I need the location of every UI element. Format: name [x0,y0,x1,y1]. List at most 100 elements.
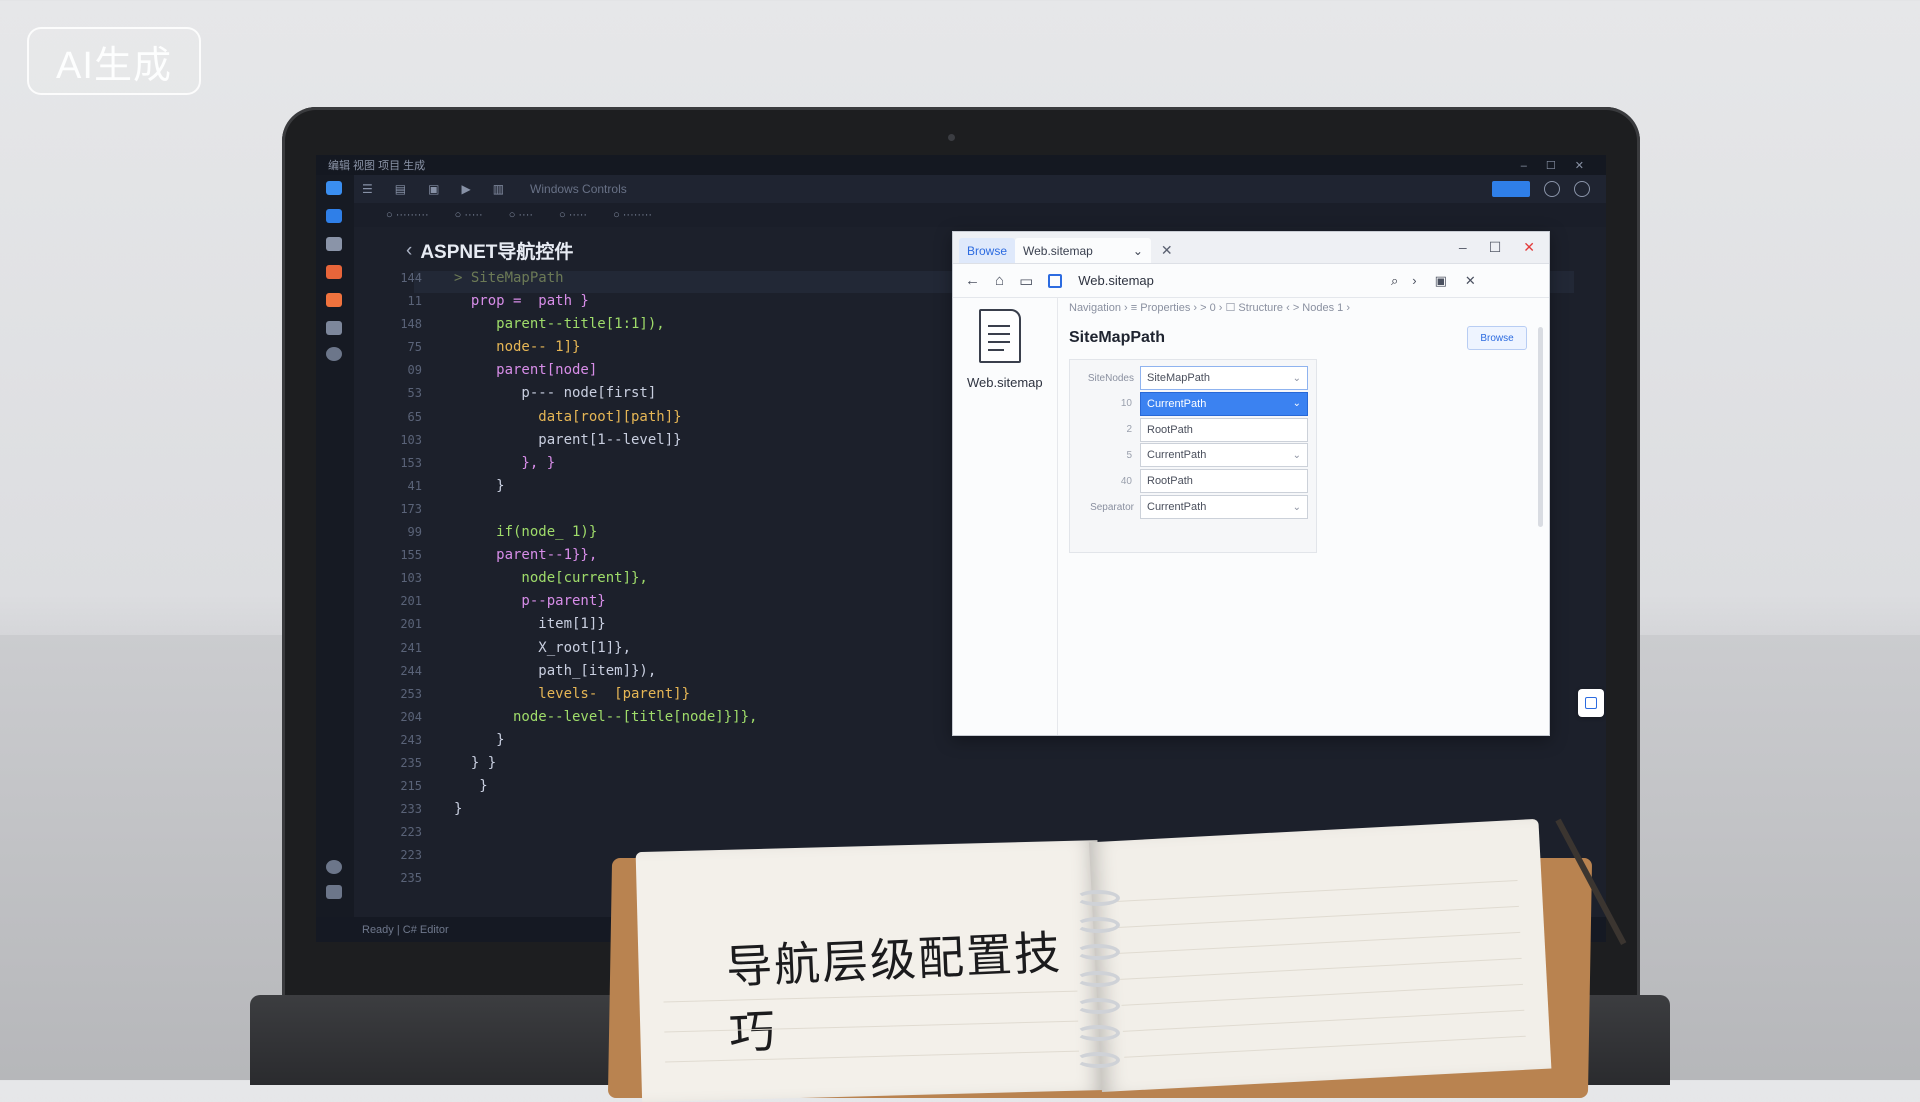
line-number: 65 [407,409,422,424]
line-number: 223 [400,825,422,840]
extensions-icon[interactable] [326,293,342,307]
clear-icon[interactable]: ✕ [1465,273,1476,289]
forward-icon[interactable]: › [1412,273,1416,288]
home-icon[interactable]: ⌂ [995,272,1004,289]
node-field[interactable]: RootPath [1140,469,1308,494]
tab-source[interactable]: ○ ········· [386,209,429,221]
chevron-down-icon[interactable]: ⌄ [1293,502,1301,513]
debug-icon[interactable]: ▣ [428,182,439,196]
tab-split[interactable]: ○ ···· [509,209,533,221]
home-icon[interactable] [326,181,342,195]
code-line[interactable]: } [454,729,894,752]
line-number: 41 [407,478,422,493]
code-line[interactable]: p--- node[first] [454,382,894,405]
file-pane: Web.sitemap [953,297,1058,735]
terminal-icon[interactable] [326,321,342,335]
code-line[interactable]: levels- [parent]} [454,683,894,706]
code-line[interactable]: node[current]}, [454,567,894,590]
row-index: 40 [1120,475,1132,487]
line-number: 53 [407,386,422,401]
layout-icon[interactable]: ▥ [493,182,504,196]
back-chevron-icon[interactable]: ‹ [406,240,412,262]
code-line[interactable]: parent[node] [454,359,894,382]
status-text: Ready | C# Editor [362,923,449,936]
code-area[interactable]: > SiteMapPath prop = path } parent--titl… [454,267,894,821]
node-value: RootPath [1147,475,1193,488]
address-input[interactable]: Web.sitemap ⌕ [1078,273,1398,289]
line-number: 235 [400,871,422,886]
line-number: 99 [407,525,422,540]
code-line[interactable]: parent--title[1:1]), [454,313,894,336]
close-icon[interactable]: ✕ [1523,239,1535,256]
breadcrumb[interactable]: Navigation › ≡ Properties › > 0 › ☐ Stru… [1069,301,1350,314]
node-dropdown[interactable]: CurrentPath ⌄ [1140,495,1308,519]
explorer-icon[interactable] [326,209,342,223]
maximize-icon[interactable]: ☐ [1489,239,1502,256]
back-arrow-icon[interactable]: ← [965,272,980,289]
build-icon[interactable]: ▤ [395,182,406,196]
chevron-down-icon[interactable]: ⌄ [1293,373,1301,384]
node-row: Separator CurrentPath ⌄ [1070,495,1316,519]
code-line[interactable]: parent[1--level]} [454,429,894,452]
gear-icon[interactable] [326,885,342,899]
file-icon[interactable] [979,309,1021,363]
source-control-icon[interactable] [326,265,342,279]
code-line[interactable]: } [454,775,894,798]
storage-icon[interactable] [326,237,342,251]
panel-toggle-button[interactable] [1578,689,1604,717]
node-dropdown[interactable]: CurrentPath ⌄ [1140,391,1308,416]
node-dropdown[interactable]: CurrentPath ⌄ [1140,443,1308,468]
node-value: SiteMapPath [1147,372,1210,384]
line-number: 09 [407,363,422,378]
file-label[interactable]: Web.sitemap [967,375,1043,390]
node-field[interactable]: RootPath [1140,417,1308,442]
code-line[interactable]: node--level--[title[node]}]}, [454,706,894,729]
code-line[interactable]: } [454,798,894,821]
code-line[interactable]: > SiteMapPath [454,267,894,290]
notification-icon[interactable] [1544,181,1560,197]
tab-output[interactable]: ○ ········ [613,209,652,221]
scrollbar[interactable] [1538,327,1543,527]
window-controls[interactable]: – ☐ ✕ [1521,159,1592,172]
chevron-down-icon[interactable]: ⌄ [1293,398,1301,409]
code-line[interactable]: prop = path } [454,290,894,313]
save-icon[interactable]: ▣ [1435,273,1447,289]
close-tab-icon[interactable]: ✕ [1161,242,1173,263]
document-icon[interactable] [1048,273,1063,288]
node-dropdown[interactable]: SiteMapPath ⌄ [1140,366,1308,390]
code-line[interactable]: path_[item]}), [454,660,894,683]
editor-title: ‹ ASPNET导航控件 [406,237,573,264]
run-icon[interactable]: ▶ [461,182,470,196]
live-share-button[interactable] [1492,181,1530,197]
search-icon[interactable]: ⌕ [1391,273,1398,289]
code-line[interactable]: } [454,475,894,498]
code-line[interactable]: } } [454,752,894,775]
tab-properties[interactable]: ○ ····· [559,209,587,221]
user-icon[interactable] [326,860,342,874]
minimize-icon[interactable]: – [1459,239,1467,256]
account-icon[interactable] [1574,181,1590,197]
code-line[interactable]: parent--1}}, [454,544,894,567]
chevron-down-icon[interactable]: ⌄ [1293,450,1301,461]
bookmark-icon[interactable]: ▭ [1019,272,1033,290]
tab-browse[interactable]: Browse [959,238,1016,263]
browse-button[interactable]: Browse [1467,326,1527,350]
ide-menu[interactable]: 编辑 视图 项目 生成 [328,157,425,173]
code-line[interactable] [454,498,894,521]
code-line[interactable]: X_root[1]}, [454,637,894,660]
code-line[interactable]: if(node_ 1)} [454,521,894,544]
tab-web-sitemap-label: Web.sitemap [1023,243,1093,258]
code-line[interactable]: node-- 1]} [454,336,894,359]
line-number: 148 [400,317,422,332]
code-line[interactable]: item[1]} [454,613,894,636]
tab-web-sitemap[interactable]: Web.sitemap ⌄ [1015,238,1151,263]
code-line[interactable]: p--parent} [454,590,894,613]
editor-title-text: ASPNET导航控件 [420,242,574,263]
menu-icon[interactable]: ☰ [362,182,373,196]
code-line[interactable]: data[root][path]} [454,406,894,429]
ide-titlebar: 编辑 视图 项目 生成 – ☐ ✕ [316,155,1606,175]
code-line[interactable]: }, } [454,452,894,475]
chevron-down-icon[interactable]: ⌄ [1133,244,1143,258]
settings-icon[interactable] [326,347,342,361]
tab-design[interactable]: ○ ····· [455,209,483,221]
